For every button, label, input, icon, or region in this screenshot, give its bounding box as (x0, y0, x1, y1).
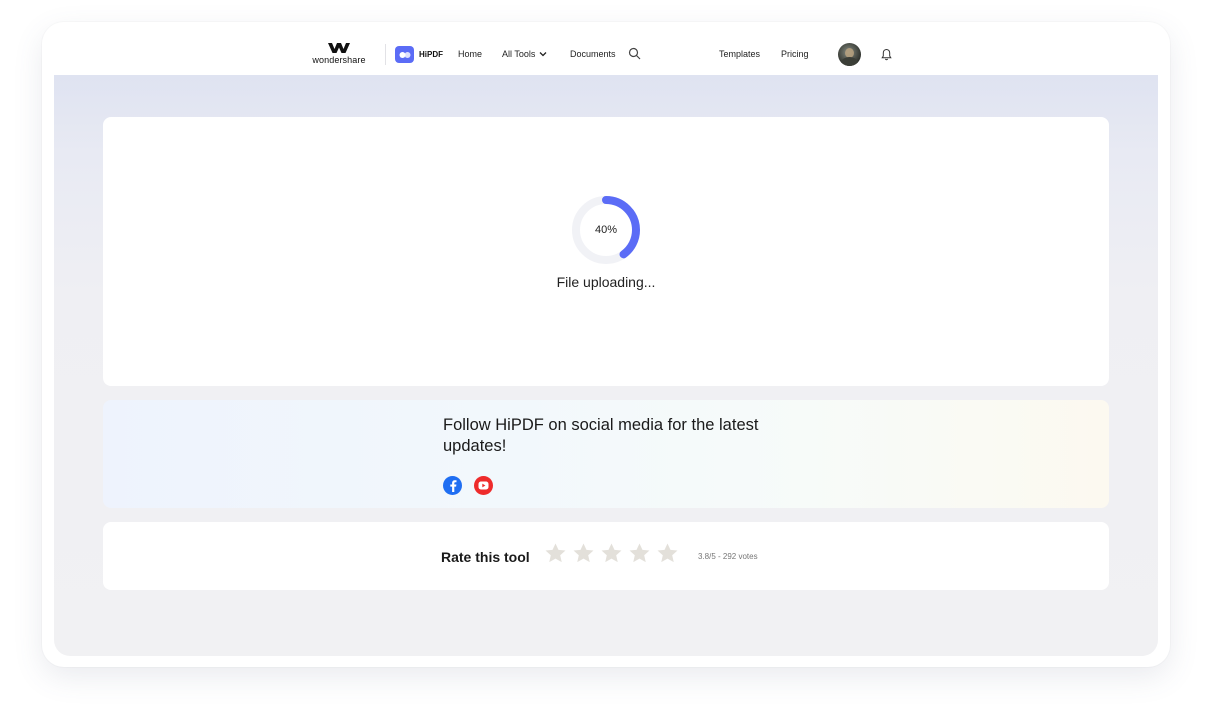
header-divider (385, 44, 386, 65)
rating-votes: 3.8/5 - 292 votes (698, 552, 758, 561)
facebook-icon[interactable] (443, 476, 462, 495)
chevron-down-icon (539, 52, 547, 57)
rate-label: Rate this tool (441, 549, 530, 565)
star-icon[interactable] (628, 542, 651, 565)
star-icon[interactable] (600, 542, 623, 565)
upload-progress-ring: 40% (571, 195, 641, 265)
nav-all-tools[interactable]: All Tools (502, 49, 547, 59)
star-icon[interactable] (572, 542, 595, 565)
hipdf-logo[interactable]: HiPDF (395, 46, 443, 63)
youtube-icon[interactable] (474, 476, 493, 495)
wondershare-logo-icon (328, 43, 350, 53)
rate-card: Rate this tool 3.8/5 - 292 votes (103, 522, 1109, 590)
social-title: Follow HiPDF on social media for the lat… (443, 416, 759, 455)
wondershare-logo[interactable]: wondershare (309, 42, 369, 68)
top-nav-bar: wondershare HiPDF Home All Tools Documen… (54, 34, 1158, 75)
nav-pricing[interactable]: Pricing (781, 49, 809, 59)
hipdf-name: HiPDF (419, 50, 443, 59)
star-icon[interactable] (544, 542, 567, 565)
nav-templates[interactable]: Templates (719, 49, 760, 59)
avatar-body (841, 57, 858, 66)
upload-card: 40% File uploading... (103, 117, 1109, 386)
nav-all-tools-label: All Tools (502, 49, 536, 59)
nav-home[interactable]: Home (458, 49, 482, 59)
social-card: Follow HiPDF on social media for the lat… (103, 400, 1109, 508)
progress-percent: 40% (594, 224, 618, 236)
hipdf-logo-icon (395, 46, 414, 63)
device-frame: wondershare HiPDF Home All Tools Documen… (42, 22, 1170, 667)
nav-documents[interactable]: Documents (570, 49, 616, 59)
bell-icon[interactable] (881, 48, 892, 66)
social-icons (443, 476, 493, 495)
avatar[interactable] (838, 43, 861, 66)
upload-status-text: File uploading... (556, 274, 656, 290)
wondershare-wordmark: wondershare (312, 55, 366, 65)
rating-stars (544, 542, 679, 565)
browser-viewport: wondershare HiPDF Home All Tools Documen… (54, 34, 1158, 656)
star-icon[interactable] (656, 542, 679, 565)
search-icon[interactable] (628, 47, 641, 65)
